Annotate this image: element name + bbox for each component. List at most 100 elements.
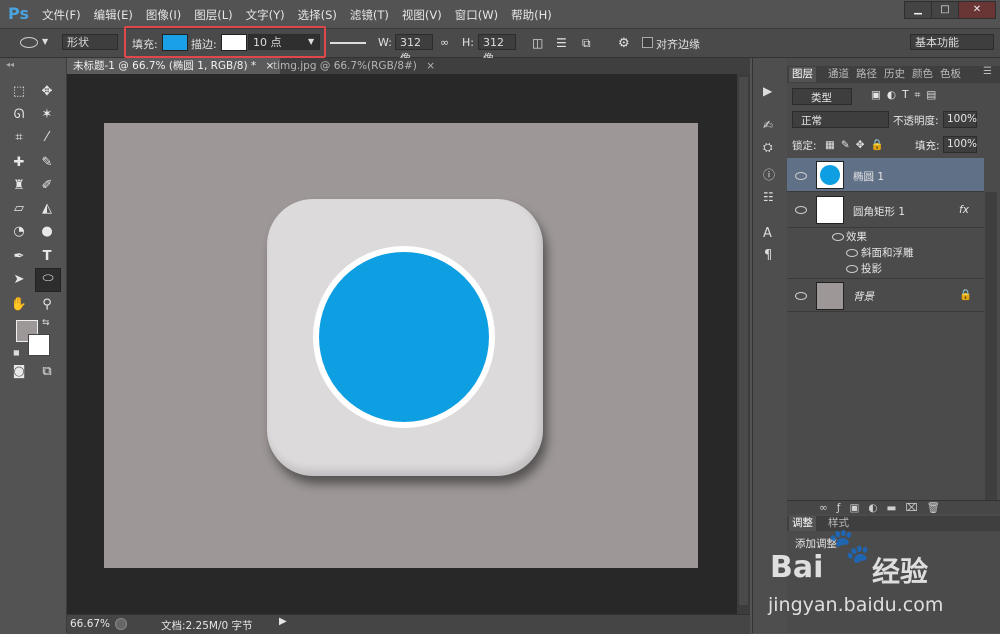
character-icon[interactable]: A	[763, 226, 772, 241]
zoom-tool-icon[interactable]: ⚲	[37, 295, 57, 315]
paint-bucket-icon[interactable]: ◭	[37, 199, 57, 219]
tab-swatches[interactable]: 色板	[937, 67, 964, 82]
close-icon[interactable]: ×	[426, 60, 435, 72]
layer-row-rounded-rect[interactable]: 圆角矩形 1 fx	[787, 192, 984, 228]
fx-icon[interactable]: fx	[959, 204, 969, 216]
eyedropper-icon[interactable]: ⁄	[37, 128, 57, 148]
move-tool-icon[interactable]: ✥	[37, 82, 57, 102]
tab-paths[interactable]: 路径	[853, 67, 880, 82]
maximize-button[interactable]: □	[931, 1, 959, 19]
layer-filter-icons[interactable]: ▣◐T⌗▤	[871, 89, 942, 102]
info-icon[interactable]: ⓘ	[763, 166, 775, 183]
ellipse-shape[interactable]	[319, 252, 489, 422]
chevron-right-icon[interactable]: ▶	[279, 616, 287, 627]
eye-icon[interactable]	[795, 292, 807, 300]
layer-filter-select[interactable]: 类型	[792, 88, 852, 105]
eye-icon[interactable]	[846, 265, 858, 273]
workspace-select[interactable]: 基本功能	[910, 34, 994, 50]
layer-row-ellipse[interactable]: 椭圆 1	[787, 158, 984, 192]
ellipse-shape-tool-icon[interactable]: ⬭	[35, 268, 61, 292]
vertical-scrollbar[interactable]	[737, 74, 750, 614]
fill-input[interactable]: 100%	[943, 136, 977, 153]
effect-drop-shadow[interactable]: 投影	[861, 261, 882, 276]
width-input[interactable]: 312 像	[395, 34, 433, 65]
type-tool-icon[interactable]: T	[37, 247, 57, 267]
menu-help[interactable]: 帮助(H)	[511, 7, 552, 23]
menu-filter[interactable]: 滤镜(T)	[350, 7, 389, 23]
align-edges-checkbox[interactable]	[642, 37, 653, 48]
lasso-tool-icon[interactable]: ᘏ	[9, 105, 29, 125]
layer-name: 圆角矩形 1	[853, 206, 906, 218]
tab-timg[interactable]: timg.jpg @ 66.7%(RGB/8#) ×	[267, 58, 441, 74]
layers-scrollbar[interactable]	[985, 192, 997, 500]
menu-window[interactable]: 窗口(W)	[455, 7, 498, 23]
link-icon[interactable]: ∞	[440, 36, 449, 49]
status-bar: 66.67% 文档:2.25M/0 字节 ▶	[67, 614, 750, 634]
tab-color[interactable]: 颜色	[909, 67, 936, 82]
tab-label: timg.jpg @ 66.7%(RGB/8#)	[273, 60, 417, 72]
paragraph-icon[interactable]: ¶	[764, 248, 772, 263]
blend-mode-select[interactable]: 正常	[792, 111, 889, 128]
height-input[interactable]: 312 像	[478, 34, 516, 65]
eye-icon[interactable]	[846, 249, 858, 257]
chevron-down-icon[interactable]: ▼	[42, 37, 48, 46]
marquee-tool-icon[interactable]: ⬚	[9, 82, 29, 102]
eye-icon[interactable]	[832, 233, 844, 241]
play-icon[interactable]: ▶	[763, 84, 772, 98]
background-color-swatch[interactable]	[28, 334, 50, 356]
tab-layers[interactable]: 图层	[789, 67, 816, 82]
tab-untitled[interactable]: 未标题-1 @ 66.7% (椭圆 1, RGB/8) * ×	[67, 58, 281, 74]
path-arrangement-icon[interactable]: ⧉	[582, 36, 591, 51]
lock-icons[interactable]: ▦✎✥🔒	[825, 138, 890, 151]
collapse-icon[interactable]: ◂◂	[6, 60, 14, 69]
menu-type[interactable]: 文字(Y)	[246, 7, 285, 23]
clone-stamp-icon[interactable]: ♜	[9, 176, 29, 196]
swap-colors-icon[interactable]: ⇆	[42, 318, 50, 328]
close-button[interactable]: ✕	[958, 1, 996, 19]
menu-select[interactable]: 选择(S)	[298, 7, 337, 23]
healing-brush-icon[interactable]: ✚	[9, 153, 29, 173]
panel-menu-icon[interactable]: ☰	[983, 66, 992, 77]
dodge-tool-icon[interactable]: ●	[37, 222, 57, 242]
eye-icon[interactable]	[795, 172, 807, 180]
brush-preset-icon[interactable]: ✍	[763, 118, 773, 132]
menu-layer[interactable]: 图层(L)	[194, 7, 232, 23]
screen-mode-icon[interactable]: ⧉	[37, 362, 57, 382]
menu-edit[interactable]: 编辑(E)	[94, 7, 133, 23]
layer-effects-list: 效果 斜面和浮雕 投影	[787, 228, 984, 278]
tab-history[interactable]: 历史	[881, 67, 908, 82]
zoom-level[interactable]: 66.67%	[70, 618, 110, 630]
eye-icon[interactable]	[795, 206, 807, 214]
pen-tool-icon[interactable]: ✒	[9, 247, 29, 267]
minimize-button[interactable]: ▁	[904, 1, 932, 19]
gear-icon[interactable]: ⚙	[618, 36, 630, 51]
crop-tool-icon[interactable]: ⌗	[9, 128, 29, 148]
quick-mask-icon[interactable]: ◙	[9, 362, 29, 382]
default-colors-icon[interactable]: ◼	[13, 348, 20, 357]
document-tabs: 未标题-1 @ 66.7% (椭圆 1, RGB/8) * × timg.jpg…	[67, 58, 750, 74]
properties-icon[interactable]: ☷	[763, 190, 774, 204]
eraser-icon[interactable]: ▱	[9, 199, 29, 219]
width-label: W:	[378, 36, 392, 49]
layers-footer-icons[interactable]: ∞ƒ▣◐▬⌧🗑	[787, 500, 1000, 514]
menu-view[interactable]: 视图(V)	[402, 7, 442, 23]
history-brush-icon[interactable]: ✐	[37, 176, 57, 196]
tool-mode-select[interactable]: 形状	[62, 34, 118, 50]
menu-image[interactable]: 图像(I)	[146, 7, 181, 23]
brush-tool-icon[interactable]: ✎	[37, 153, 57, 173]
clone-source-icon[interactable]: ⛭	[763, 140, 773, 155]
path-selection-icon[interactable]: ➤	[9, 270, 29, 290]
layer-row-background[interactable]: 背景 🔒	[787, 278, 984, 312]
effect-bevel[interactable]: 斜面和浮雕	[861, 245, 914, 260]
path-alignment-icon[interactable]: ☰	[556, 36, 567, 50]
menu-file[interactable]: 文件(F)	[42, 7, 81, 23]
blur-tool-icon[interactable]: ◔	[9, 222, 29, 242]
ellipse-tool-icon[interactable]	[20, 37, 38, 48]
path-operations-icon[interactable]: ◫	[532, 36, 543, 50]
opacity-input[interactable]: 100%	[943, 111, 977, 128]
hand-tool-icon[interactable]: ✋	[9, 295, 29, 315]
tab-label: 未标题-1 @ 66.7% (椭圆 1, RGB/8) *	[73, 60, 257, 72]
stroke-type-icon[interactable]	[330, 42, 366, 44]
magic-wand-icon[interactable]: ✶	[37, 105, 57, 125]
tab-channels[interactable]: 通道	[825, 67, 852, 82]
